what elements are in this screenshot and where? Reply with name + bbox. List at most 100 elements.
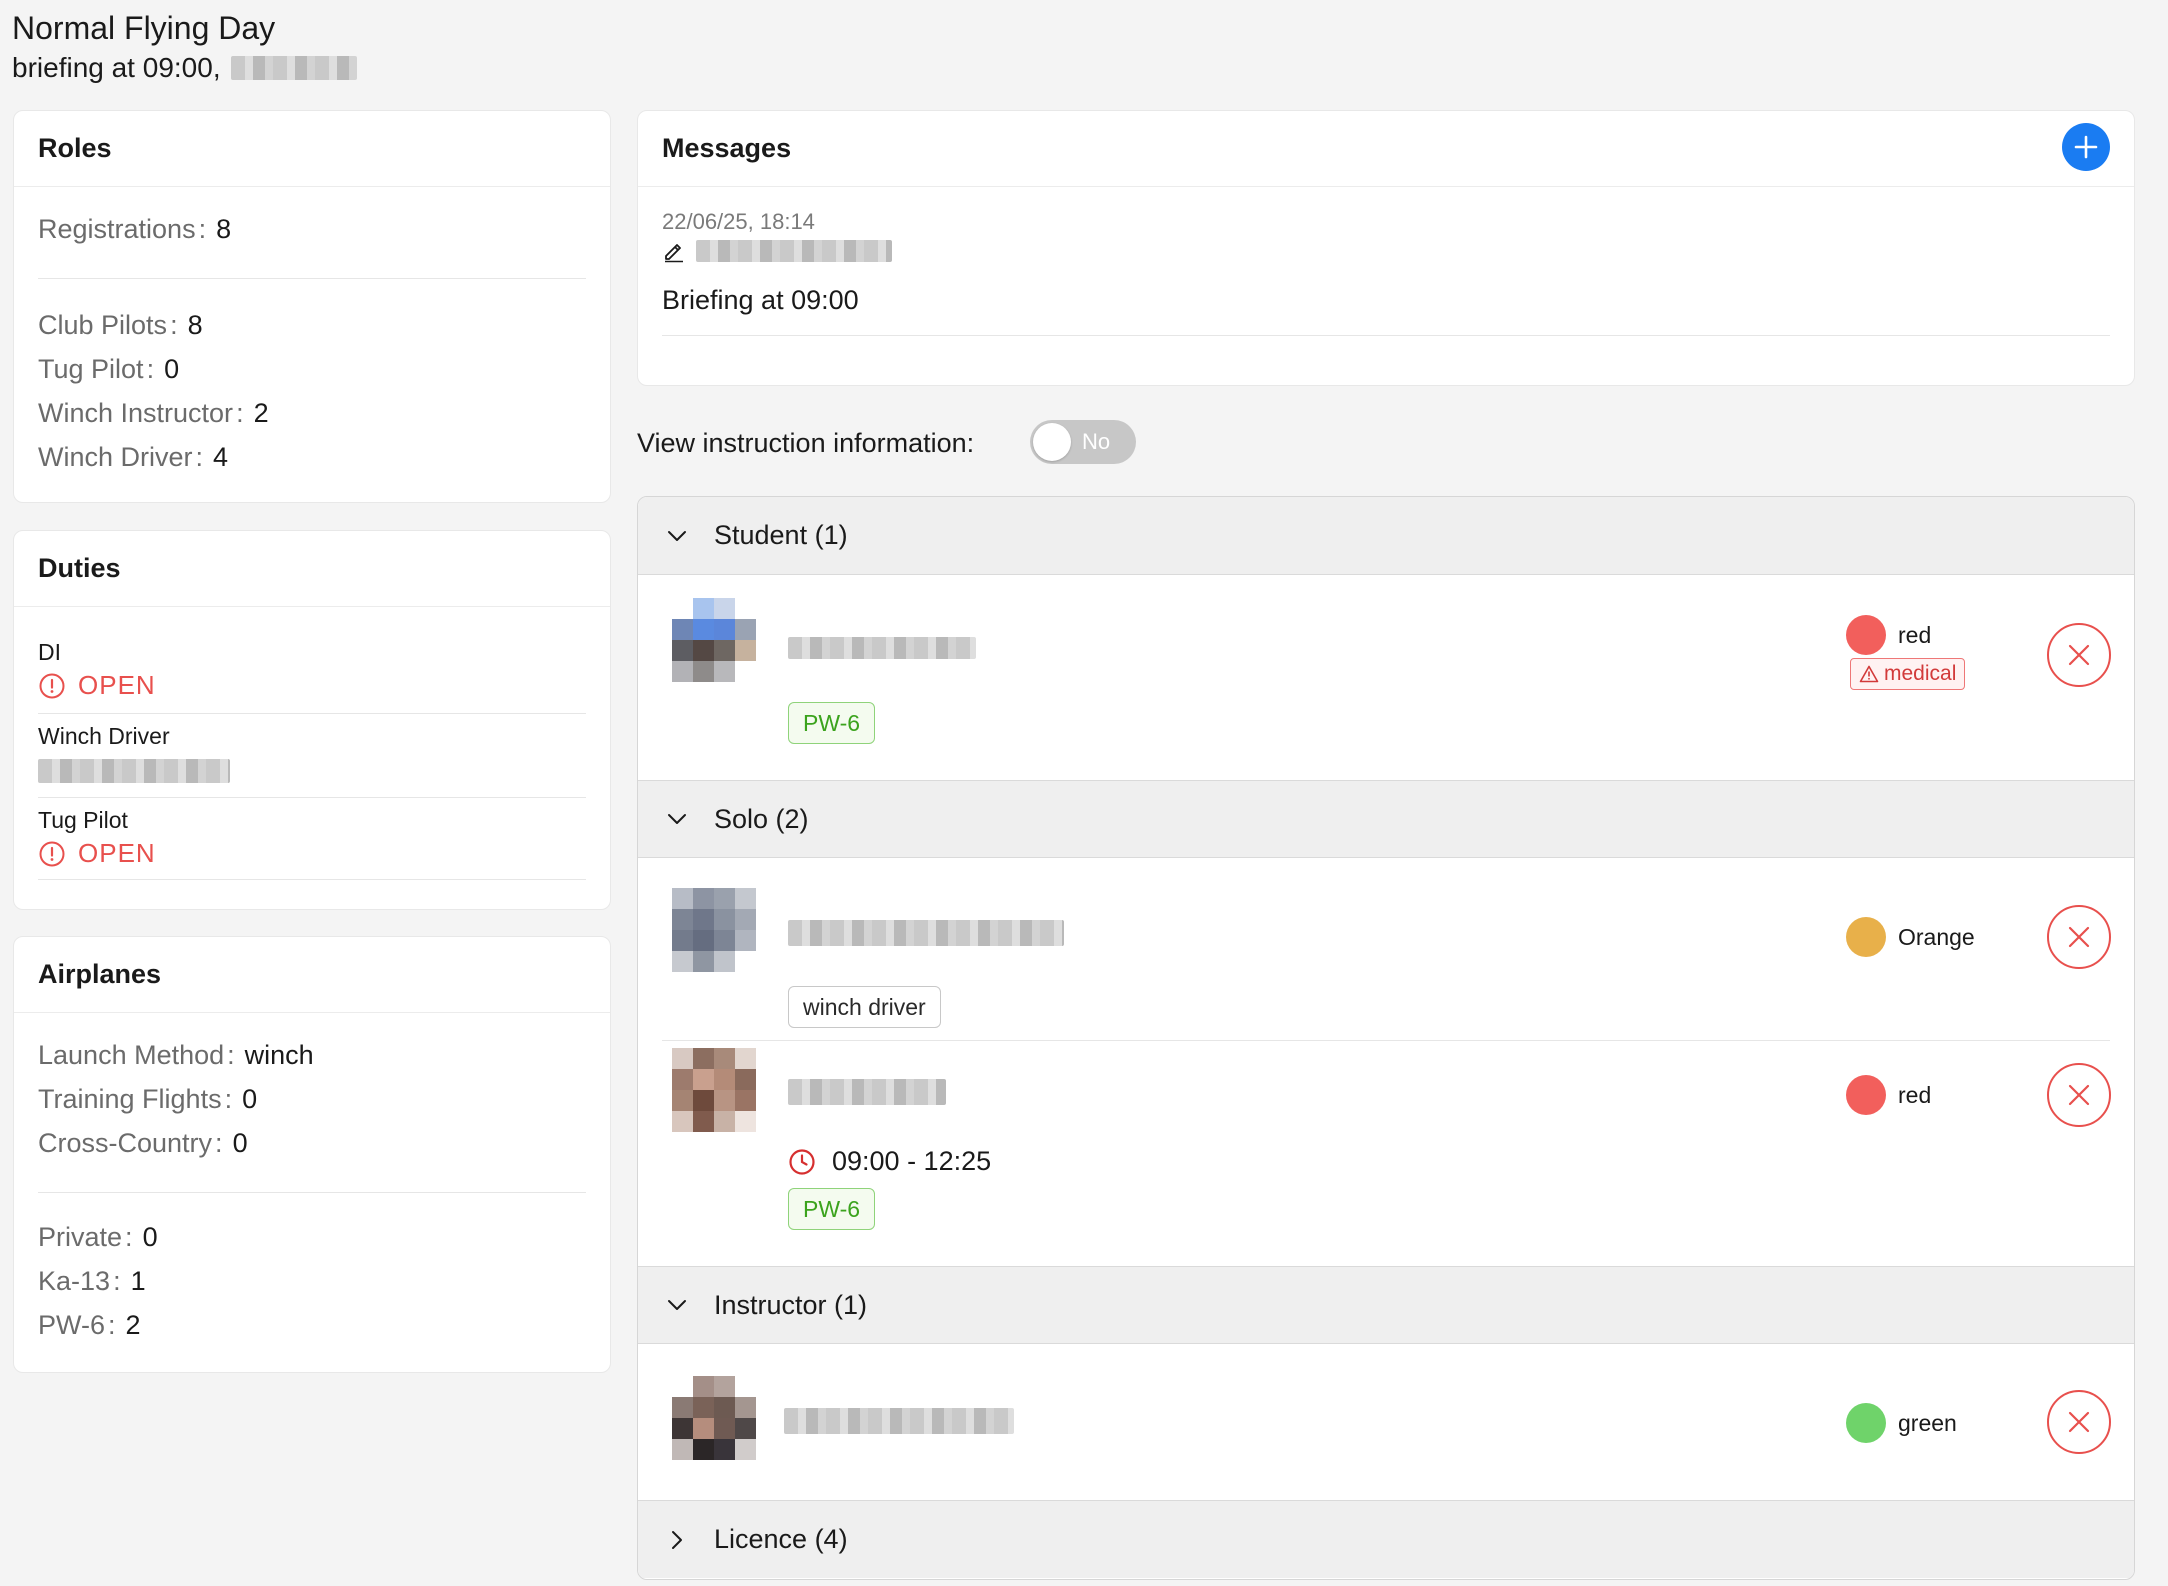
airplane-cross-country: Cross-Country:0	[38, 1128, 248, 1158]
role-label: Club Pilots	[38, 310, 168, 340]
role-value: 8	[187, 310, 203, 340]
duty-tug-pilot-status[interactable]: OPEN	[38, 838, 156, 869]
status-dot	[1846, 615, 1886, 655]
groups-panel: Student (1) PW-6 red medical Solo (2) wi…	[637, 496, 2135, 1580]
duty-open-label: OPEN	[78, 838, 156, 868]
duty-di-status[interactable]: OPEN	[38, 670, 156, 701]
page-subtitle: briefing at 09:00,	[12, 52, 357, 84]
role-value: 2	[253, 398, 269, 428]
registrations-row: Registrations:8	[38, 214, 232, 244]
redacted-author	[696, 240, 892, 262]
group-licence-title: Licence (4)	[714, 1524, 848, 1554]
status-label: red	[1898, 1081, 1932, 1108]
time-range: 09:00 - 12:25	[788, 1146, 991, 1177]
plus-icon	[2074, 135, 2098, 159]
role-value: 4	[213, 442, 229, 472]
chevron-down-icon	[668, 1300, 686, 1310]
duty-di-name: DI	[38, 639, 61, 665]
messages-card: Messages 22/06/25, 18:14 Briefing at 09:…	[637, 110, 2135, 386]
group-instructor-title: Instructor (1)	[714, 1289, 868, 1320]
role-label: Winch Driver	[38, 442, 193, 472]
avatar	[672, 598, 756, 682]
airplane-value: winch	[244, 1040, 314, 1070]
instruction-toggle-label: View instruction information:	[637, 428, 975, 458]
clock-icon	[789, 1148, 815, 1175]
close-icon	[2068, 926, 2090, 948]
airplane-value: 0	[232, 1128, 248, 1158]
member-status: red	[1846, 1075, 1931, 1115]
airplane-label: Launch Method	[38, 1040, 225, 1070]
airplane-label: Ka-13	[38, 1266, 111, 1296]
redacted-duty-person	[38, 759, 230, 783]
registrations-value: 8	[216, 214, 232, 244]
group-instructor-header[interactable]: Instructor (1)	[638, 1266, 2134, 1344]
messages-title: Messages	[662, 133, 792, 163]
exclamation-circle-icon	[39, 673, 65, 698]
airplanes-title: Airplanes	[38, 959, 162, 989]
remove-member-button[interactable]	[2047, 1063, 2111, 1127]
airplane-label: PW-6	[38, 1310, 106, 1340]
redacted-member-name	[788, 1079, 946, 1105]
instruction-toggle[interactable]: No	[1030, 420, 1136, 464]
status-dot	[1846, 917, 1886, 957]
duty-open-label: OPEN	[78, 670, 156, 700]
airplane-private: Private:0	[38, 1222, 158, 1252]
role-winch-instructor: Winch Instructor:2	[38, 398, 269, 428]
medical-label: medical	[1884, 662, 1957, 685]
roles-title: Roles	[38, 133, 112, 163]
roles-card: Roles Registrations:8 Club Pilots:8 Tug …	[13, 110, 611, 503]
group-student-header[interactable]: Student (1)	[638, 497, 2134, 575]
airplane-value: 2	[125, 1310, 141, 1340]
message-text: Briefing at 09:00	[662, 285, 859, 315]
status-label: Orange	[1898, 923, 1975, 950]
airplane-label: Cross-Country	[38, 1128, 213, 1158]
remove-member-button[interactable]	[2047, 1390, 2111, 1454]
group-solo-title: Solo (2)	[714, 803, 809, 834]
airplanes-card: Airplanes Launch Method: winch Training F…	[13, 936, 611, 1373]
remove-member-button[interactable]	[2047, 905, 2111, 969]
role-tag: winch driver	[788, 986, 941, 1028]
role-winch-driver: Winch Driver:4	[38, 442, 229, 472]
airplane-value: 0	[242, 1084, 258, 1114]
member-status: Orange	[1846, 917, 1975, 957]
member-status: green	[1846, 1403, 1957, 1443]
redacted-member-name	[788, 637, 976, 659]
close-icon	[2068, 1084, 2090, 1106]
duties-title: Duties	[38, 553, 121, 583]
group-licence-header[interactable]: Licence (4)	[638, 1500, 2134, 1578]
add-message-button[interactable]	[2062, 123, 2110, 171]
status-dot	[1846, 1075, 1886, 1115]
time-range-label: 09:00 - 12:25	[832, 1146, 992, 1176]
exclamation-circle-icon	[39, 841, 65, 866]
redacted-location	[230, 56, 357, 80]
airplane-label: Private	[38, 1222, 123, 1252]
role-tug-pilot: Tug Pilot:0	[38, 354, 180, 384]
airplane-label: Training Flights	[38, 1084, 222, 1114]
registrations-label: Registrations	[38, 214, 196, 244]
aircraft-tag: PW-6	[788, 702, 876, 744]
member-status: red	[1846, 615, 1931, 655]
toggle-state: No	[1082, 429, 1111, 454]
close-icon	[2068, 1411, 2090, 1433]
redacted-member-name	[784, 1408, 1014, 1434]
redacted-member-name	[788, 920, 1064, 946]
close-icon	[2068, 644, 2090, 666]
warning-triangle-icon	[1859, 665, 1879, 683]
medical-warning-badge: medical	[1850, 658, 1966, 690]
role-value: 0	[164, 354, 180, 384]
aircraft-tag: PW-6	[788, 1188, 876, 1230]
duty-winch-driver-name: Winch Driver	[38, 723, 170, 749]
airplane-ka13: Ka-13:1	[38, 1266, 146, 1296]
duties-card: Duties DI OPEN Winch Driver Tug Pilot OP…	[13, 530, 611, 910]
role-label: Winch Instructor	[38, 398, 234, 428]
page-title: Normal Flying Day	[12, 10, 276, 46]
avatar	[672, 1376, 756, 1460]
status-label: green	[1898, 1409, 1957, 1436]
remove-member-button[interactable]	[2047, 623, 2111, 687]
group-solo-header[interactable]: Solo (2)	[638, 780, 2134, 858]
role-club-pilots: Club Pilots:8	[38, 310, 203, 340]
chevron-down-icon	[668, 530, 686, 541]
pencil-icon[interactable]	[662, 239, 686, 263]
avatar	[672, 888, 756, 972]
chevron-right-icon	[672, 1530, 682, 1549]
